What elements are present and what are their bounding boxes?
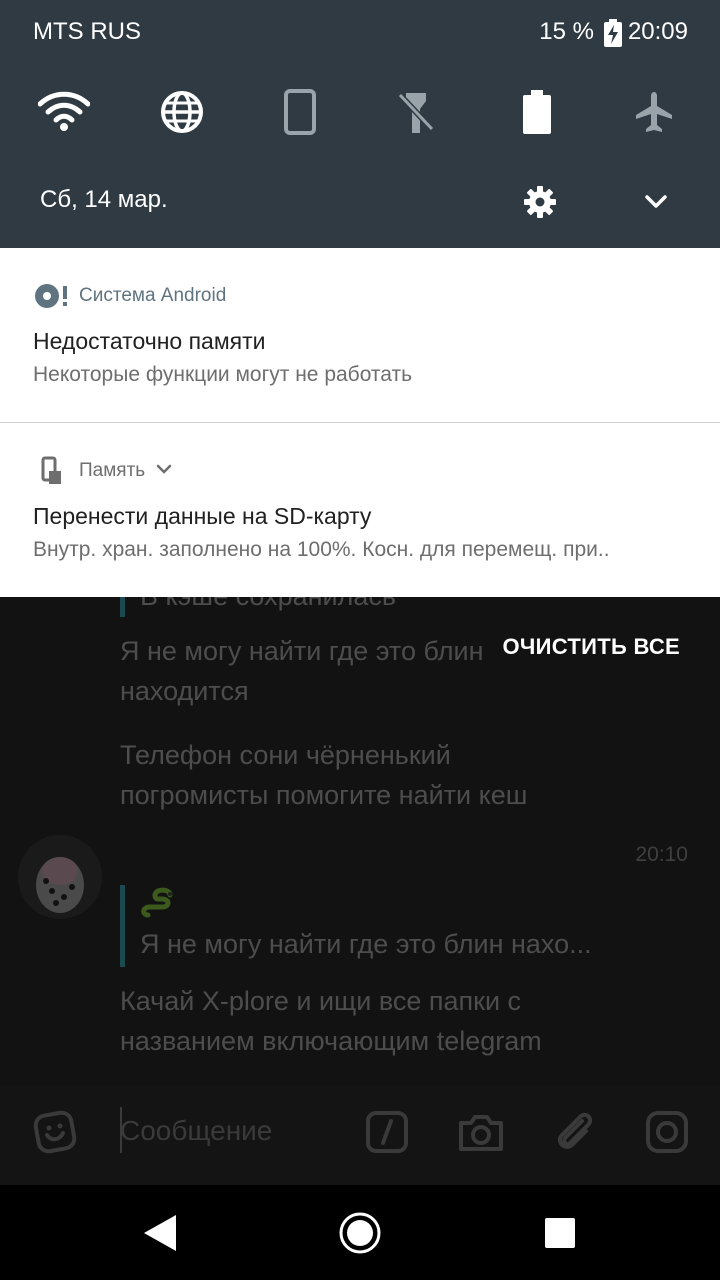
- partial-quote-text: В кэше сохранилась: [140, 597, 396, 612]
- message-2-line-1: Телефон сони чёрненький: [120, 740, 451, 770]
- chevron-down-icon[interactable]: [155, 460, 173, 482]
- instagram-camera-icon[interactable]: [642, 1107, 692, 1157]
- back-icon[interactable]: [138, 1211, 182, 1255]
- wifi-icon[interactable]: [34, 84, 94, 140]
- snake-emoji-icon: [140, 887, 176, 921]
- notification-text: Некоторые функции могут не работать: [33, 363, 413, 386]
- battery-icon[interactable]: [507, 84, 567, 140]
- battery-charging-icon: [603, 19, 622, 47]
- camera-icon[interactable]: [456, 1107, 506, 1157]
- navigation-bar: [0, 1185, 720, 1280]
- disk-warning-icon: [33, 282, 69, 310]
- chat-background: В кэше сохранилась Я не могу найти где э…: [0, 597, 720, 1185]
- clock: 20:09: [627, 18, 688, 45]
- message-1-line-2: находится: [120, 676, 249, 706]
- notification-text: Внутр. хран. заполнено на 100%. Косн. дл…: [33, 538, 610, 561]
- quick-settings-panel: MTS RUS 15 % 20:09 Сб, 14 мар.: [0, 0, 720, 248]
- notification-title: Недостаточно памяти: [33, 328, 266, 354]
- message-input-bar: Сообщение: [0, 1085, 720, 1185]
- message-3-line-1: Качай X-plore и ищи все папки с: [120, 986, 522, 1016]
- notification-app-name: Память: [79, 460, 146, 481]
- quote-bar: [120, 597, 125, 617]
- bot-command-icon[interactable]: [362, 1107, 412, 1157]
- message-2-line-2: погромисты помогите найти кеш: [120, 780, 528, 810]
- attach-icon[interactable]: [550, 1107, 600, 1157]
- recents-icon[interactable]: [538, 1211, 582, 1255]
- date-row: Сб, 14 мар.: [0, 180, 720, 224]
- battery-percent: 15 %: [539, 18, 594, 45]
- chevron-down-icon[interactable]: [640, 186, 672, 218]
- date-label[interactable]: Сб, 14 мар.: [40, 186, 168, 214]
- airplane-mode-off-icon[interactable]: [624, 84, 684, 140]
- home-icon[interactable]: [338, 1211, 382, 1255]
- status-bar: MTS RUS 15 % 20:09: [0, 0, 720, 64]
- avatar[interactable]: [18, 835, 102, 919]
- settings-gear-icon[interactable]: [522, 184, 558, 220]
- sd-card-icon: [33, 456, 69, 485]
- phone-rotate-icon[interactable]: [270, 84, 330, 140]
- flashlight-off-icon[interactable]: [386, 84, 446, 140]
- reply-quote-text: Я не могу найти где это блин нахо...: [140, 929, 592, 959]
- notification-storage[interactable]: Память Перенести данные на SD-карту Внут…: [0, 423, 720, 597]
- notification-app-name: Система Android: [79, 285, 227, 306]
- message-time: 20:10: [635, 843, 688, 866]
- carrier-label: MTS RUS: [33, 18, 141, 45]
- quick-settings-tiles: [0, 84, 720, 140]
- globe-icon[interactable]: [152, 84, 212, 140]
- clear-all-button[interactable]: ОЧИСТИТЬ ВСЕ: [502, 634, 680, 660]
- message-3-line-2: названием включающим telegram: [120, 1026, 542, 1056]
- message-1-line-1: Я не могу найти где это блин: [120, 636, 484, 666]
- sticker-icon[interactable]: [30, 1107, 80, 1157]
- reply-quote-bar: [120, 885, 125, 967]
- notification-title: Перенести данные на SD-карту: [33, 503, 372, 529]
- notification-android-system[interactable]: Система Android Недостаточно памяти Неко…: [0, 248, 720, 422]
- message-input[interactable]: Сообщение: [120, 1115, 272, 1147]
